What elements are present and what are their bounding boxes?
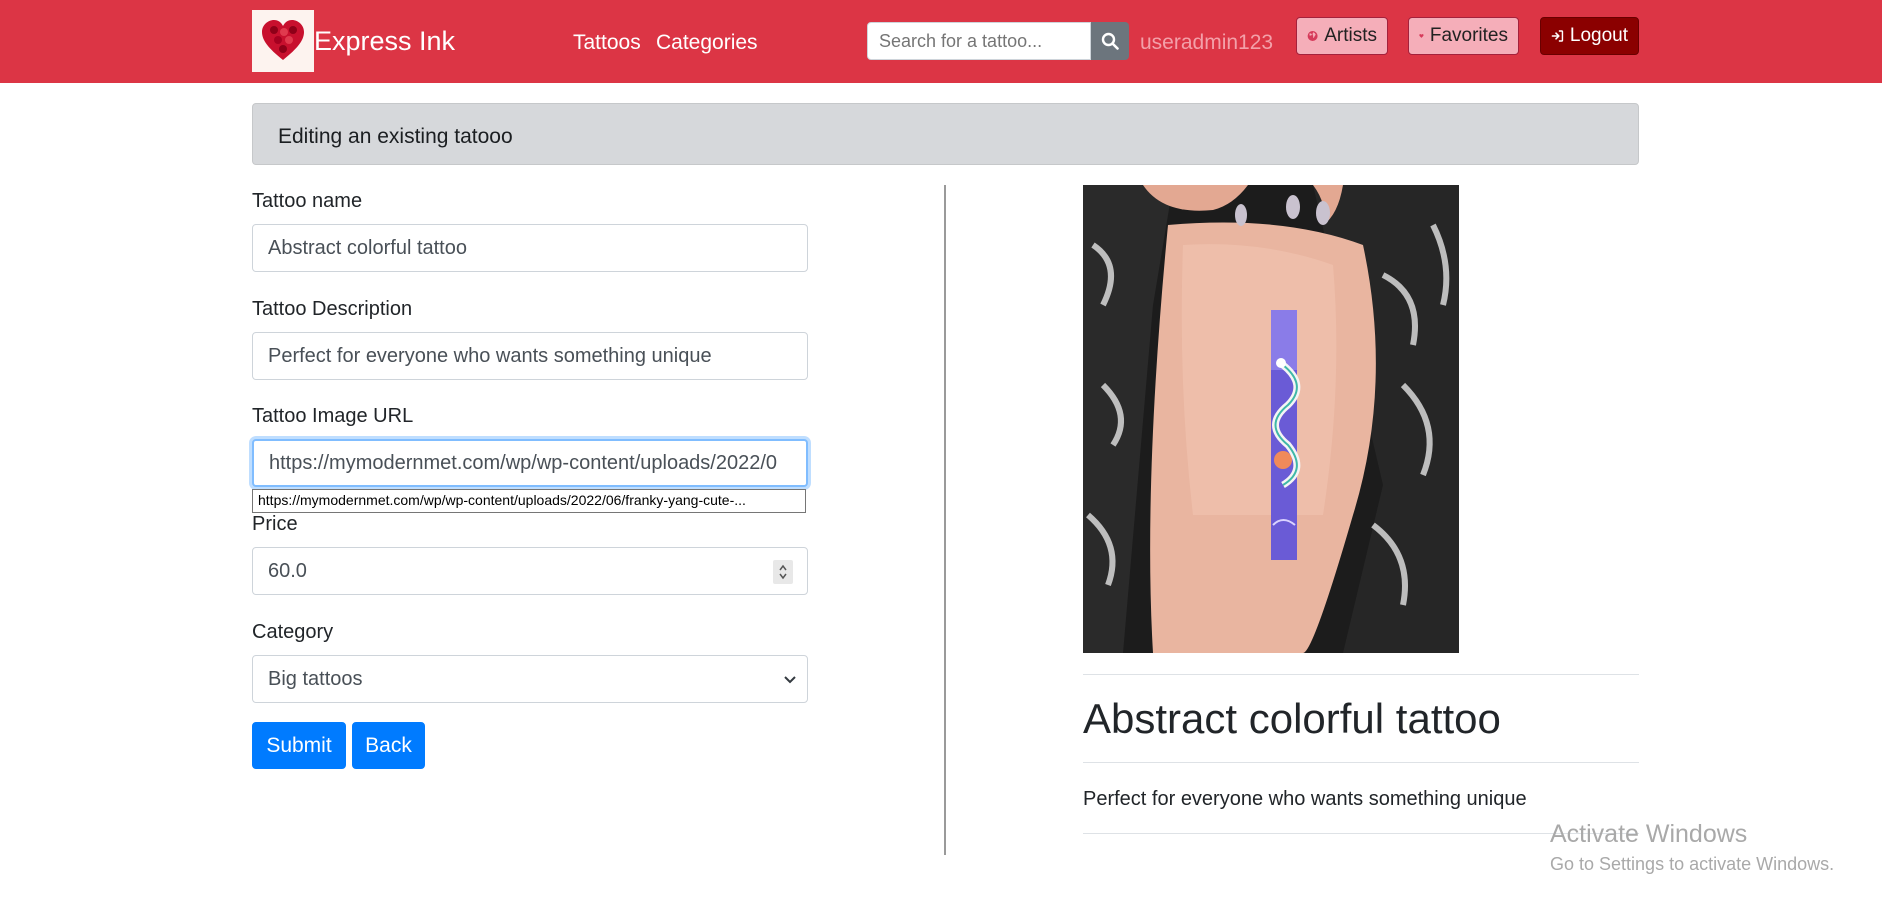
tattoo-image-url-label: Tattoo Image URL <box>252 405 414 427</box>
tattoo-name-value: Abstract colorful tattoo <box>268 236 467 259</box>
logout-button[interactable]: Logout <box>1540 17 1639 55</box>
price-stepper[interactable] <box>773 560 793 584</box>
tattoo-image-url-input[interactable]: https://mymodernmet.com/wp/wp-content/up… <box>252 439 808 487</box>
artists-label: Artists <box>1324 25 1377 46</box>
favorites-button[interactable]: Favorites <box>1408 17 1519 55</box>
tattoo-description-input[interactable]: Perfect for everyone who wants something… <box>252 332 808 380</box>
nav-link-tattoos[interactable]: Tattoos <box>573 31 641 55</box>
nav-link-categories[interactable]: Categories <box>656 31 758 55</box>
navbar: Express Ink Tattoos Categories useradmin… <box>0 0 1882 83</box>
preview-title: Abstract colorful tattoo <box>1083 695 1501 742</box>
artists-button[interactable]: Artists <box>1296 17 1388 55</box>
tattoo-name-label: Tattoo name <box>252 190 363 212</box>
price-value: 60.0 <box>268 559 307 582</box>
username-link[interactable]: useradmin123 <box>1140 31 1273 55</box>
tattoo-preview-image <box>1083 185 1459 653</box>
activate-windows-title: Activate Windows <box>1550 820 1748 848</box>
chevron-down-icon <box>784 676 796 684</box>
favorites-label: Favorites <box>1429 25 1508 46</box>
preview-divider-top <box>1083 674 1639 675</box>
sign-in-icon <box>1551 30 1564 42</box>
logout-label: Logout <box>1569 25 1628 46</box>
alert-text: Editing an existing tatooo <box>278 125 513 148</box>
back-button[interactable]: Back <box>352 722 425 769</box>
search-form <box>867 22 1129 60</box>
stepper-arrows-icon <box>779 564 787 580</box>
category-select[interactable]: Big tattoos <box>252 655 808 703</box>
submit-button[interactable]: Submit <box>252 722 346 769</box>
tattoo-name-input[interactable]: Abstract colorful tattoo <box>252 224 808 272</box>
tattoo-image-url-value: https://mymodernmet.com/wp/wp-content/up… <box>269 451 778 474</box>
search-button[interactable] <box>1091 22 1129 60</box>
heart-roses-logo-icon <box>262 20 304 60</box>
search-icon <box>1101 32 1119 50</box>
globe-icon <box>1307 31 1318 41</box>
category-value: Big tattoos <box>268 667 363 690</box>
brand-logo[interactable] <box>252 10 314 72</box>
column-divider <box>944 185 946 855</box>
price-label: Price <box>252 513 298 535</box>
preview-divider-middle <box>1083 762 1639 763</box>
brand-name[interactable]: Express Ink <box>314 26 455 57</box>
price-input[interactable]: 60.0 <box>252 547 808 595</box>
search-input[interactable] <box>867 22 1091 60</box>
image-url-tooltip: https://mymodernmet.com/wp/wp-content/up… <box>252 489 806 513</box>
preview-description: Perfect for everyone who wants something… <box>1083 788 1527 810</box>
category-label: Category <box>252 621 334 643</box>
tattoo-description-label: Tattoo Description <box>252 298 413 320</box>
activate-windows-subtitle: Go to Settings to activate Windows. <box>1550 854 1835 874</box>
tattoo-description-value: Perfect for everyone who wants something… <box>268 344 712 367</box>
editing-alert: Editing an existing tatooo <box>252 103 1639 165</box>
heart-icon <box>1419 34 1424 38</box>
